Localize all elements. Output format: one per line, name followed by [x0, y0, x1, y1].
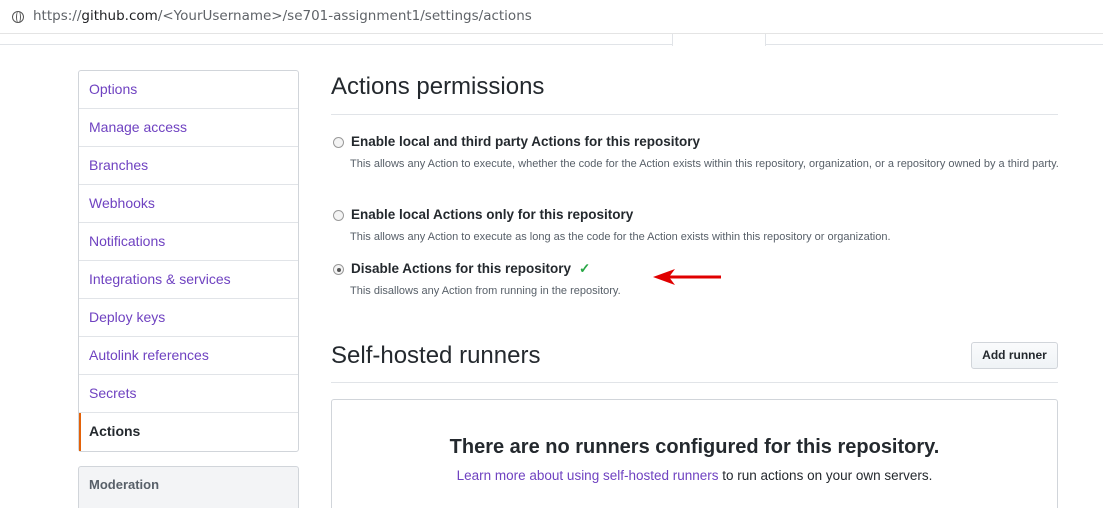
sidebar-item-integrations[interactable]: Integrations & services [79, 261, 298, 299]
sidebar-item-manage-access[interactable]: Manage access [79, 109, 298, 147]
radio-enable-local[interactable] [333, 210, 344, 221]
radio-enable-all[interactable] [333, 137, 344, 148]
active-tab-edge [672, 34, 766, 46]
runners-divider [331, 382, 1058, 383]
sidebar-item-options[interactable]: Options [79, 71, 298, 109]
learn-more-link[interactable]: Learn more about using self-hosted runne… [457, 468, 719, 483]
annotation-arrow-icon [653, 269, 721, 285]
sidebar-item-autolink-references[interactable]: Autolink references [79, 337, 298, 375]
option-enable-all-actions[interactable]: Enable local and third party Actions for… [331, 134, 1061, 190]
sidebar-item-notifications[interactable]: Notifications [79, 223, 298, 261]
option-label[interactable]: Disable Actions for this repository ✓ [351, 261, 590, 277]
option-note: This allows any Action to execute as lon… [350, 231, 891, 243]
empty-state-title: There are no runners configured for this… [449, 436, 940, 458]
add-runner-button[interactable]: Add runner [971, 342, 1058, 369]
moderation-header: Moderation [89, 477, 160, 492]
sidebar-item-deploy-keys[interactable]: Deploy keys [79, 299, 298, 337]
saved-check-icon: ✓ [579, 261, 591, 276]
url-text[interactable]: https://github.com/<YourUsername>/se701-… [33, 8, 532, 24]
empty-state-text: Learn more about using self-hosted runne… [456, 468, 933, 483]
sidebar-item-actions[interactable]: Actions [79, 413, 298, 451]
page-title: Actions permissions [331, 73, 545, 100]
sidebar-item-secrets[interactable]: Secrets [79, 375, 298, 413]
runners-empty-state: There are no runners configured for this… [331, 399, 1058, 508]
radio-disable-actions[interactable] [333, 264, 344, 275]
settings-sidebar: Options Manage access Branches Webhooks … [78, 70, 299, 452]
browser-address-bar[interactable]: https://github.com/<YourUsername>/se701-… [0, 0, 1103, 34]
option-note: This allows any Action to execute, wheth… [350, 158, 1059, 170]
moderation-menu: Moderation [78, 466, 299, 508]
repo-tab-strip [0, 34, 1103, 46]
runners-title: Self-hosted runners [331, 342, 541, 369]
sidebar-item-webhooks[interactable]: Webhooks [79, 185, 298, 223]
option-enable-local-actions[interactable]: Enable local Actions only for this repos… [331, 207, 1061, 245]
title-divider [331, 114, 1058, 115]
option-label[interactable]: Enable local Actions only for this repos… [351, 207, 633, 222]
sidebar-item-branches[interactable]: Branches [79, 147, 298, 185]
option-label[interactable]: Enable local and third party Actions for… [351, 134, 700, 149]
globe-icon [12, 10, 24, 23]
